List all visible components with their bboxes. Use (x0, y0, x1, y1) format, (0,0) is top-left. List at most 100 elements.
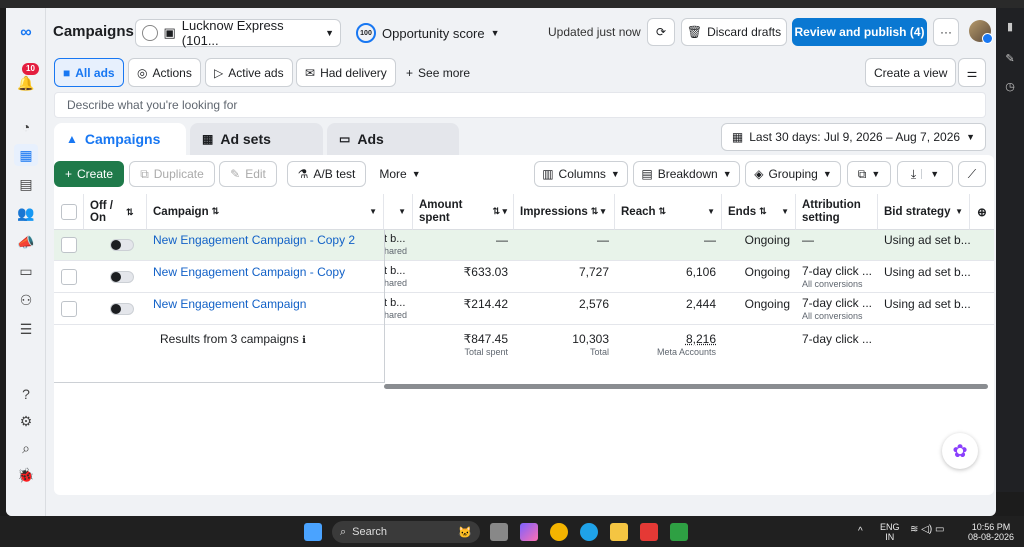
column-header-ends[interactable]: Ends ⇅ ▼ (722, 194, 796, 230)
column-header-off-on[interactable]: Off / On ⇅ (84, 194, 147, 230)
overview-gauge-icon[interactable]: ◔ (14, 116, 38, 138)
wifi-volume-battery-icons[interactable]: ≋ ◁) ▭ (910, 525, 944, 535)
tab-ads[interactable]: ▭ Ads (327, 123, 459, 155)
notifications-bell-icon[interactable]: 🔔 (14, 72, 38, 94)
campaign-toggle[interactable] (110, 239, 134, 251)
refresh-button[interactable]: ⟳ (647, 18, 675, 46)
campaign-name-cell[interactable]: New Engagement Campaign - Copy 2 (147, 230, 384, 261)
add-column-button[interactable]: ⊕ (970, 194, 994, 230)
tray-chevron-icon[interactable]: ^ (858, 527, 863, 537)
filter-actions[interactable]: ◎ Actions (128, 58, 201, 87)
business-tools-icon[interactable]: ⚇ (14, 289, 38, 311)
filter-had-delivery[interactable]: ✉ Had delivery (296, 58, 396, 87)
reports-icon[interactable]: ▤ (14, 173, 38, 195)
frozen-column-divider (384, 230, 385, 382)
campaign-name-cell[interactable]: New Engagement Campaign - Copy (147, 262, 384, 293)
settings-gear-icon[interactable]: ⚙ (14, 410, 38, 432)
audiences-icon[interactable]: 👥 (14, 202, 38, 224)
more-dropdown[interactable]: More ▼ (372, 161, 428, 187)
column-header-reach[interactable]: Reach ⇅ ▼ (615, 194, 722, 230)
export-dropdown[interactable]: ⤓ ▼ (897, 161, 953, 187)
task-view-icon[interactable] (490, 523, 508, 541)
history-icon[interactable]: ◷ (1003, 80, 1017, 94)
column-header-impressions[interactable]: Impressions ⇅ ▾ (514, 194, 615, 230)
help-icon[interactable]: ? (14, 383, 38, 405)
row-checkbox[interactable] (61, 237, 77, 253)
campaigns-table-icon[interactable]: ▦ (14, 144, 38, 166)
column-header-campaign[interactable]: Campaign ⇅ ▼ (147, 194, 384, 230)
bar-chart-icon[interactable]: ▮ (1003, 20, 1017, 34)
campaign-toggle[interactable] (110, 271, 134, 283)
left-navigation: ∞ 🔔 10 ◔ ▦ ▤ 👥 📣 ▭ ⚇ ☰ ? ⚙ ⌕ 🐞 (6, 8, 46, 516)
start-icon[interactable] (304, 523, 322, 541)
search-icon[interactable]: ⌕ (14, 437, 38, 459)
attribution-cell: — (796, 230, 878, 261)
meta-logo-icon[interactable]: ∞ (14, 22, 38, 44)
campaign-name-link[interactable]: New Engagement Campaign - Copy 2 (153, 233, 355, 247)
all-tools-menu-icon[interactable]: ☰ (14, 318, 38, 340)
pen-icon[interactable]: ✎ (1003, 52, 1017, 66)
campaigns-panel: + Create ⧉ Duplicate ✎ Edit ⚗ A/B test More ▼… (54, 155, 994, 495)
copilot-icon[interactable] (520, 523, 538, 541)
sort-icon: ⇅ (759, 206, 767, 216)
attribution-cell: 7-day click ... All conversions (796, 294, 878, 325)
campaign-name-cell[interactable]: New Engagement Campaign (147, 294, 384, 325)
see-more-button[interactable]: + See more (398, 58, 478, 87)
taskbar-search[interactable]: ⌕ Search 🐱 (332, 521, 480, 543)
filter-all-ads[interactable]: ■ All ads (54, 58, 124, 87)
charts-button[interactable]: ⟋ (958, 161, 986, 187)
chrome-icon[interactable] (550, 523, 568, 541)
filter-active-ads[interactable]: ▷ Active ads (205, 58, 293, 87)
view-setup-dropdown[interactable]: ⧉ ▼ (847, 161, 891, 187)
edit-button[interactable]: ✎ Edit (219, 161, 277, 187)
file-explorer-icon[interactable] (610, 523, 628, 541)
create-button[interactable]: + Create (54, 161, 124, 187)
more-options-button[interactable]: ··· (933, 18, 959, 46)
ai-assistant-button[interactable]: ✿ (942, 433, 978, 469)
language-indicator[interactable]: ENG IN (880, 522, 900, 542)
search-input[interactable]: Describe what you're looking for (54, 92, 986, 118)
table-row[interactable]: New Engagement Campaign t b... hared ₹214… (54, 294, 994, 325)
ab-test-button[interactable]: ⚗ A/B test (287, 161, 366, 187)
breakdown-dropdown[interactable]: ▤ Breakdown ▼ (633, 161, 740, 187)
row-checkbox[interactable] (61, 301, 77, 317)
campaign-toggle[interactable] (110, 303, 134, 315)
clock[interactable]: 10:56 PM 08-08-2026 (965, 522, 1017, 542)
account-name: Lucknow Express (101... (181, 18, 284, 48)
campaign-name-link[interactable]: New Engagement Campaign (153, 297, 306, 311)
advertise-megaphone-icon[interactable]: 📣 (14, 231, 38, 253)
billing-card-icon[interactable]: ▭ (14, 260, 38, 282)
column-header-bid-strategy[interactable]: Bid strategy ▼ (878, 194, 970, 230)
column-header-attribution[interactable]: Attribution setting (796, 194, 878, 230)
duplicate-button[interactable]: ⧉ Duplicate (129, 161, 215, 187)
review-publish-button[interactable]: Review and publish (4) (792, 18, 927, 46)
column-header-delivery[interactable]: ▼ (384, 194, 413, 230)
edge-icon[interactable] (580, 523, 598, 541)
avatar[interactable] (969, 20, 993, 44)
select-all-checkbox[interactable] (60, 203, 77, 220)
grouping-dropdown[interactable]: ◈ Grouping ▼ (745, 161, 841, 187)
row-checkbox[interactable] (61, 269, 77, 285)
breakdown-icon: ▤ (641, 167, 653, 181)
browser-sidebar: ▮ ✎ ◷ (996, 8, 1024, 492)
date-range-picker[interactable]: ▦ Last 30 days: Jul 9, 2026 – Aug 7, 2026… (720, 123, 986, 151)
tab-campaigns[interactable]: ▲ Campaigns (54, 123, 186, 155)
filter-settings-button[interactable]: ⚌ (958, 58, 986, 87)
discard-drafts-button[interactable]: 🗑 Discard drafts (681, 18, 787, 46)
report-bug-icon[interactable]: 🐞 (14, 464, 38, 486)
table-row[interactable]: New Engagement Campaign - Copy t b... har… (54, 262, 994, 293)
table-row[interactable]: New Engagement Campaign - Copy 2 t b... h… (54, 230, 994, 261)
store-icon[interactable] (670, 523, 688, 541)
tab-ad-sets[interactable]: ▦ Ad sets (190, 123, 323, 155)
create-view-button[interactable]: Create a view (865, 58, 957, 87)
column-header-amount-spent[interactable]: Amount spent ⇅ ▾ (413, 194, 514, 230)
horizontal-scrollbar[interactable] (384, 384, 988, 389)
campaign-name-link[interactable]: New Engagement Campaign - Copy (153, 265, 345, 279)
info-icon[interactable]: ℹ (302, 335, 306, 346)
opportunity-score-button[interactable]: 100 Opportunity score ▼ (356, 19, 500, 47)
account-selector[interactable]: ▣ Lucknow Express (101... ▼ (135, 18, 341, 48)
impressions-cell: 2,576 (578, 297, 609, 311)
columns-dropdown[interactable]: ▥ Columns ▼ (534, 161, 628, 187)
table-toolbar: + Create ⧉ Duplicate ✎ Edit ⚗ A/B test More ▼… (54, 161, 994, 189)
youtube-icon[interactable] (640, 523, 658, 541)
